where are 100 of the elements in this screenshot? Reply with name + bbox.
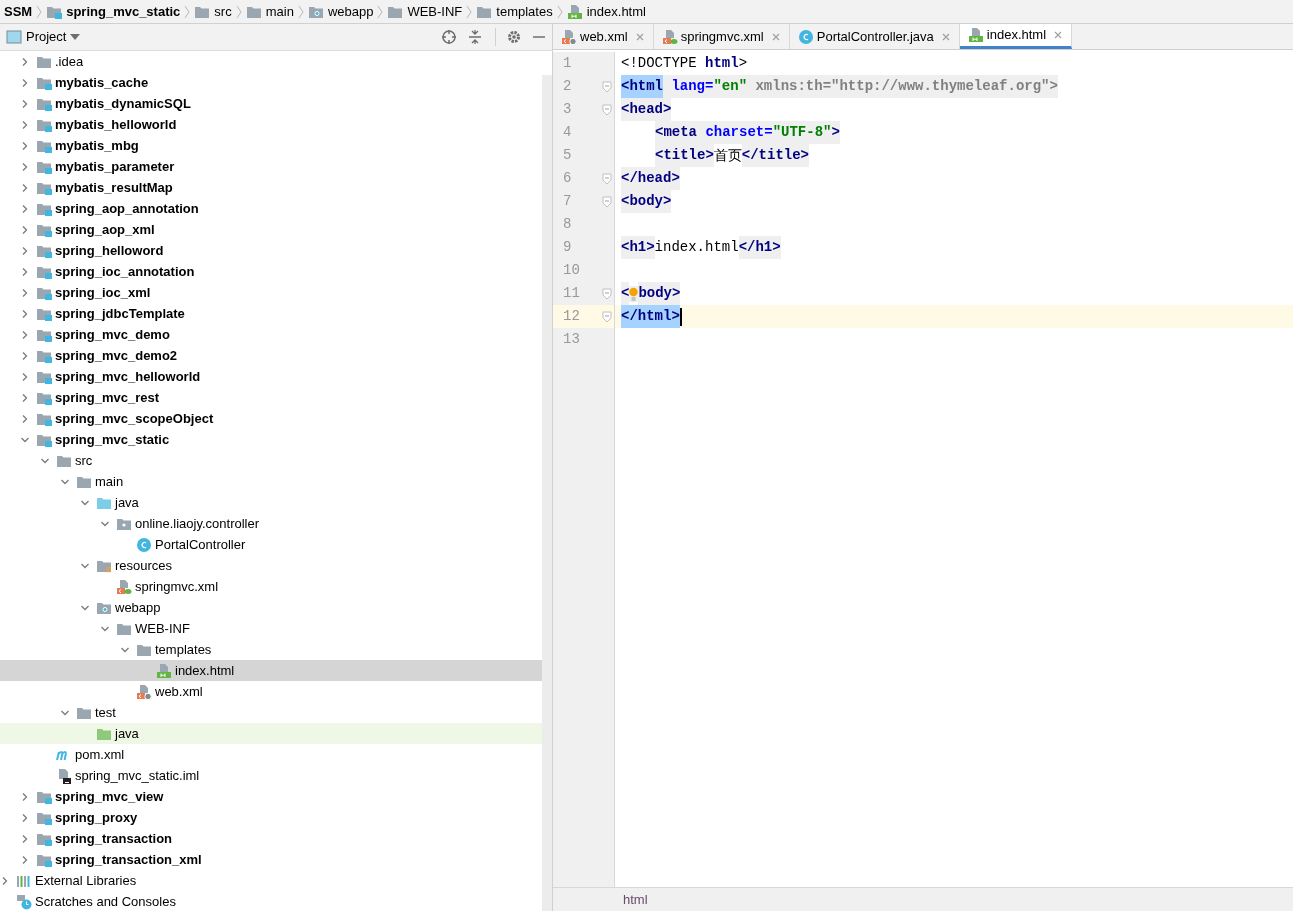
tree-row[interactable]: mybatis_parameter <box>0 156 542 177</box>
tree-row[interactable]: templates <box>0 639 542 660</box>
breadcrumb-item[interactable]: index.html <box>566 1 646 22</box>
chevron-icon[interactable] <box>20 329 30 340</box>
tree-row[interactable]: spring_helloword <box>0 240 542 261</box>
tree-row[interactable]: mybatis_resultMap <box>0 177 542 198</box>
breadcrumb-item[interactable]: WEB-INF <box>387 1 463 22</box>
tree-row[interactable]: PortalController <box>0 534 542 555</box>
tree-row[interactable]: resources <box>0 555 542 576</box>
tree-row[interactable]: WEB-INF <box>0 618 542 639</box>
breadcrumb-item[interactable]: main <box>245 1 294 22</box>
fold-icon[interactable] <box>602 172 612 185</box>
chevron-icon[interactable] <box>20 287 30 298</box>
chevron-icon[interactable] <box>20 413 30 424</box>
editor-tab[interactable]: PortalController.java <box>789 24 960 49</box>
close-icon[interactable] <box>634 31 645 42</box>
chevron-icon[interactable] <box>20 833 30 844</box>
tree-row[interactable]: test <box>0 702 542 723</box>
module-folder-icon <box>36 285 52 300</box>
fold-icon[interactable] <box>602 287 612 300</box>
close-icon[interactable] <box>1053 30 1064 40</box>
tree-row[interactable]: spring_mvc_demo2 <box>0 345 542 366</box>
breadcrumb-item[interactable]: webapp <box>307 1 374 22</box>
fold-icon[interactable] <box>602 80 612 93</box>
tree-row[interactable]: spring_mvc_rest <box>0 387 542 408</box>
tree-row[interactable]: spring_ioc_annotation <box>0 261 542 282</box>
tree-row[interactable]: index.html <box>0 660 542 681</box>
chevron-icon[interactable] <box>20 854 30 865</box>
tree-row[interactable]: spring_mvc_scopeObject <box>0 408 542 429</box>
tree-row[interactable]: spring_mvc_static.iml <box>0 765 542 786</box>
chevron-icon[interactable] <box>20 245 30 256</box>
tree-row[interactable]: spring_aop_annotation <box>0 198 542 219</box>
chevron-icon[interactable] <box>20 203 30 214</box>
tree-row[interactable]: pom.xml <box>0 744 542 765</box>
editor-tab[interactable]: web.xml <box>553 24 654 49</box>
tree-row[interactable]: Scratches and Consoles <box>0 891 542 911</box>
tree-row[interactable]: spring_transaction <box>0 828 542 849</box>
tree-row[interactable]: web.xml <box>0 681 542 702</box>
tree-row[interactable]: spring_mvc_view <box>0 786 542 807</box>
module-folder-icon <box>36 789 52 804</box>
chevron-icon[interactable] <box>20 77 30 88</box>
tree-row[interactable]: java <box>0 723 542 744</box>
tree-row[interactable]: spring_aop_xml <box>0 219 542 240</box>
chevron-icon[interactable] <box>20 392 30 403</box>
tree-row[interactable]: mybatis_mbg <box>0 135 542 156</box>
tree-row[interactable]: main <box>0 471 542 492</box>
scrollbar[interactable] <box>542 75 552 911</box>
chevron-icon[interactable] <box>20 812 30 823</box>
tree-row[interactable]: mybatis_cache <box>0 72 542 93</box>
xml-file-icon <box>661 28 678 45</box>
tree-row[interactable]: External Libraries <box>0 870 542 891</box>
chevron-icon[interactable] <box>20 224 30 235</box>
collapse-icon[interactable] <box>467 29 483 45</box>
tree-row[interactable]: spring_jdbcTemplate <box>0 303 542 324</box>
breadcrumb-item[interactable]: templates <box>476 1 553 22</box>
tree-row[interactable]: src <box>0 450 542 471</box>
fold-icon[interactable] <box>602 195 612 208</box>
tree-row[interactable]: spring_mvc_helloworld <box>0 366 542 387</box>
tree-row[interactable]: java <box>0 492 542 513</box>
locate-icon[interactable] <box>441 29 457 45</box>
tree-label: External Libraries <box>35 871 137 890</box>
view-selector[interactable]: Project <box>6 27 81 47</box>
chevron-icon[interactable] <box>20 182 30 193</box>
tree-row[interactable]: springmvc.xml <box>0 576 542 597</box>
tree-row[interactable]: mybatis_dynamicSQL <box>0 93 542 114</box>
lightbulb-icon[interactable] <box>629 285 639 302</box>
chevron-icon[interactable] <box>20 350 30 361</box>
tree-row[interactable]: webapp <box>0 597 542 618</box>
tree-row[interactable]: spring_transaction_xml <box>0 849 542 870</box>
editor-tab[interactable]: index.html <box>959 24 1073 49</box>
chevron-icon[interactable] <box>20 161 30 172</box>
breadcrumb-item[interactable]: spring_mvc_static <box>46 1 181 22</box>
tree-row[interactable]: spring_ioc_xml <box>0 282 542 303</box>
editor-tab[interactable]: springmvc.xml <box>653 24 790 49</box>
tree-row[interactable]: online.liaojy.controller <box>0 513 542 534</box>
chevron-icon[interactable] <box>20 98 30 109</box>
chevron-icon[interactable] <box>0 875 10 886</box>
chevron-icon[interactable] <box>20 56 30 67</box>
chevron-icon[interactable] <box>20 791 30 802</box>
chevron-icon[interactable] <box>20 140 30 151</box>
tree-row[interactable]: spring_proxy <box>0 807 542 828</box>
tree-row[interactable]: spring_mvc_static <box>0 429 542 450</box>
close-icon[interactable] <box>940 31 951 42</box>
fold-icon[interactable] <box>602 103 612 116</box>
tree-row[interactable]: .idea <box>0 51 542 72</box>
breadcrumb-item[interactable]: src <box>194 1 232 22</box>
chevron-icon[interactable] <box>20 119 30 130</box>
tree-row[interactable]: spring_mvc_demo <box>0 324 542 345</box>
module-folder-icon <box>36 222 52 237</box>
tree-row[interactable]: mybatis_helloworld <box>0 114 542 135</box>
chevron-icon[interactable] <box>20 266 30 277</box>
breadcrumb-item[interactable]: SSM <box>4 1 33 22</box>
status-breadcrumb[interactable]: html <box>623 889 648 910</box>
code-line: <html lang="en" xmlns:th="http://www.thymeleaf.org"> <box>621 75 1058 98</box>
code-editor[interactable]: <!DOCTYPE html> <html lang="en" xmlns:th="http://www.thymeleaf.org"> <head> <meta charset="UTF-8"> <title>首页</title> </head> <body> <h1>index.html</h1> < body> </html> <box>615 52 1293 887</box>
chevron-icon[interactable] <box>20 371 30 382</box>
settings-icon[interactable] <box>506 29 522 45</box>
chevron-icon[interactable] <box>20 308 30 319</box>
fold-icon[interactable] <box>602 310 612 323</box>
close-icon[interactable] <box>770 31 781 42</box>
